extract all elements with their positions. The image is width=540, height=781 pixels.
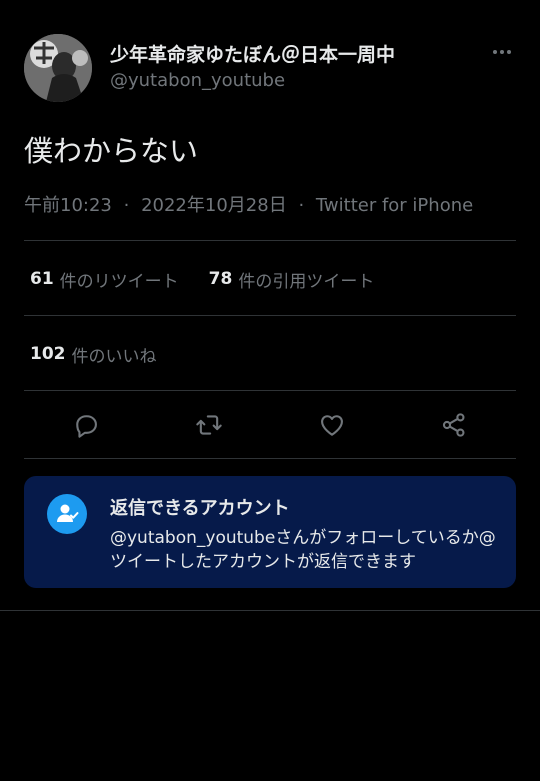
tweet-date[interactable]: 2022年10月28日 [141,195,287,216]
user-check-icon [47,494,87,534]
more-options-icon[interactable] [490,42,514,62]
engagement-stats: 61 件のリツイート 78 件の引用ツイート [30,264,374,294]
tweet-header: 少年革命家ゆたぼん＠日本一周中 @yutabon_youtube [24,34,516,102]
quote-tweets-label: 件の引用ツイート [238,271,375,292]
meta-separator: · [298,195,305,216]
divider [24,315,516,316]
more-dot [493,50,497,54]
avatar[interactable] [24,34,92,102]
quote-tweets-stat[interactable]: 78 件の引用ツイート [209,267,375,292]
more-dot [500,50,504,54]
meta-separator: · [123,195,130,216]
avatar-image [24,34,92,102]
tweet-source[interactable]: Twitter for iPhone [316,195,473,216]
notice-body: @yutabon_youtubeさんがフォローしているか@ツイートしたアカウント… [110,528,496,572]
divider [0,610,540,611]
divider [24,390,516,391]
share-icon [442,413,465,437]
tweet-meta: 午前10:23 · 2022年10月28日 · Twitter for iPho… [24,191,473,217]
retweets-label: 件のリツイート [59,271,179,292]
tweet-detail: 少年革命家ゆたぼん＠日本一周中 @yutabon_youtube 僕わからない … [0,0,540,611]
like-button[interactable] [318,411,346,439]
retweets-count: 61 [30,269,54,289]
likes-stat[interactable]: 102 件のいいね [30,342,157,367]
quote-tweets-count: 78 [208,269,233,289]
share-button[interactable] [440,411,468,439]
tweet-time[interactable]: 午前10:23 [24,195,112,216]
tweet-actions [24,405,516,445]
likes-count: 102 [30,344,66,364]
reply-restriction-notice: 返信できるアカウント @yutabon_youtubeさんがフォローしているか@… [24,476,516,588]
author-display-name[interactable]: 少年革命家ゆたぼん＠日本一周中 [110,40,395,67]
heart-icon [321,415,343,436]
reply-icon [76,415,97,438]
retweet-icon [196,415,222,435]
divider [24,458,516,459]
notice-title: 返信できるアカウント [110,498,290,519]
divider [24,240,516,241]
likes-stats: 102 件のいいね [30,339,157,369]
reply-button[interactable] [72,411,100,439]
more-dot [507,50,511,54]
retweets-stat[interactable]: 61 件のリツイート [30,267,179,292]
retweet-button[interactable] [195,411,223,439]
tweet-text: 僕わからない [24,134,199,168]
author-handle[interactable]: @yutabon_youtube [110,70,285,91]
likes-label: 件のいいね [71,346,157,367]
